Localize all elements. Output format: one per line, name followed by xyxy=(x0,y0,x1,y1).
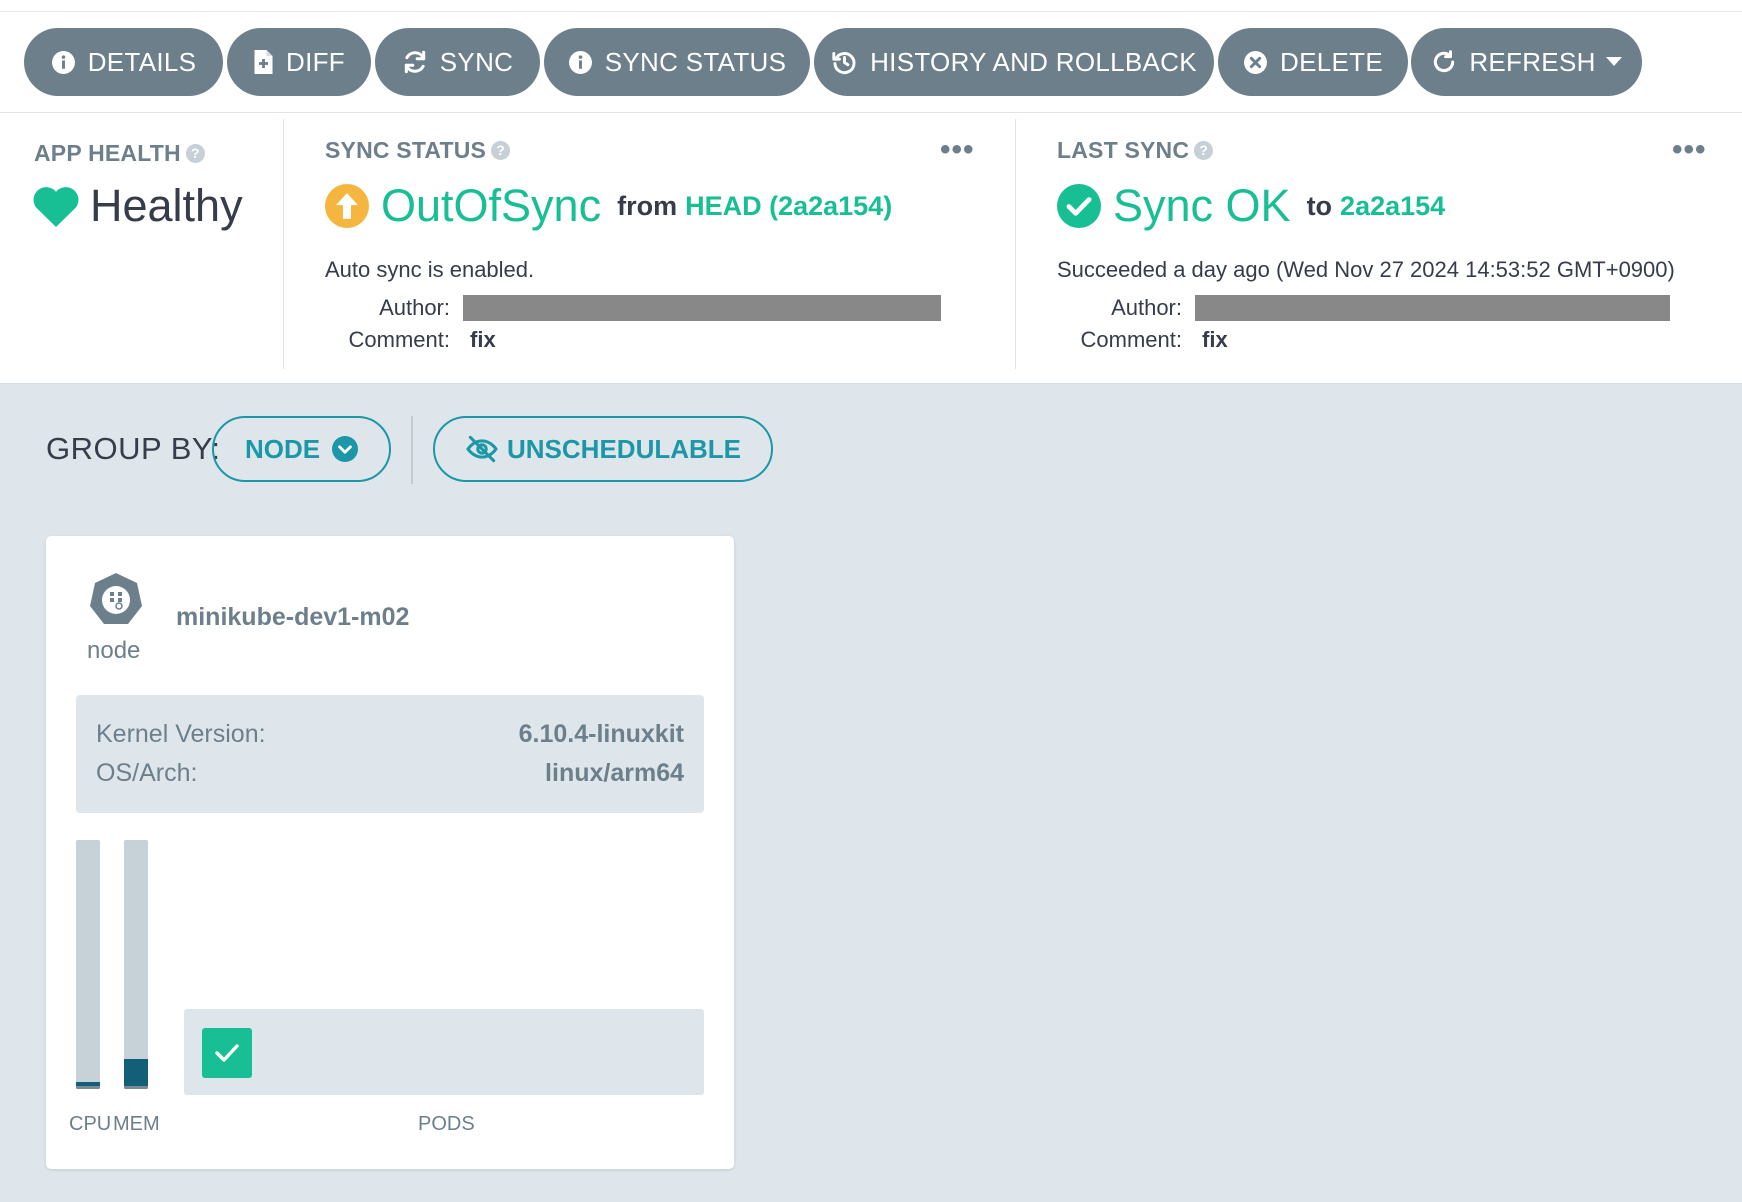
divider xyxy=(283,119,284,369)
sync-button[interactable]: SYNC xyxy=(375,28,540,96)
sync-status-title: SYNC STATUS ? xyxy=(325,137,511,164)
info-circle-icon xyxy=(568,50,592,74)
delete-label: DELETE xyxy=(1280,46,1383,77)
check-circle-icon xyxy=(1057,184,1101,228)
history-rollback-button[interactable]: HISTORY AND ROLLBACK xyxy=(814,28,1214,96)
last-sync-status-text: Sync OK xyxy=(1113,180,1291,231)
details-button[interactable]: DETAILS xyxy=(24,28,223,96)
sync-arrows-icon xyxy=(404,50,425,74)
file-diff-icon xyxy=(254,50,273,74)
succeeded-text: Succeeded a day ago (Wed Nov 27 2024 14:… xyxy=(1057,257,1675,282)
comment-value: fix xyxy=(1202,327,1228,352)
node-info-box xyxy=(76,695,704,813)
unschedulable-label: UNSCHEDULABLE xyxy=(507,433,741,464)
comment-label: Comment: xyxy=(1080,327,1182,352)
comment-label: Comment: xyxy=(348,327,450,352)
cpu-label: CPU xyxy=(69,1113,112,1135)
help-icon[interactable]: ? xyxy=(185,144,205,163)
help-icon[interactable]: ? xyxy=(1194,141,1214,160)
refresh-button[interactable]: REFRESH xyxy=(1411,28,1642,96)
diff-label: DIFF xyxy=(286,46,345,77)
sync-status-row: OutOfSync from HEAD (2a2a154) xyxy=(325,180,892,232)
kernel-version-label: Kernel Version: xyxy=(96,720,266,748)
os-arch-value: linux/arm64 xyxy=(545,759,684,787)
pods-area xyxy=(184,1009,704,1095)
last-sync-menu-icon[interactable]: ••• xyxy=(1672,135,1707,165)
sync-revision-link[interactable]: HEAD (2a2a154) xyxy=(685,191,892,222)
last-sync-title-text: LAST SYNC xyxy=(1057,137,1190,163)
pod-status-healthy[interactable] xyxy=(202,1028,252,1078)
sync-status-label: SYNC STATUS xyxy=(604,46,787,77)
comment-value: fix xyxy=(470,327,496,352)
group-by-node-button[interactable]: NODE xyxy=(212,416,391,482)
cpu-bar-base xyxy=(76,1086,100,1089)
sync-label: SYNC xyxy=(439,46,514,77)
last-sync-title: LAST SYNC ? xyxy=(1057,137,1214,164)
unschedulable-toggle[interactable]: UNSCHEDULABLE xyxy=(433,416,773,482)
arrow-up-circle-icon xyxy=(325,184,369,228)
close-circle-icon xyxy=(1244,50,1267,74)
author-redacted xyxy=(463,295,941,321)
check-icon xyxy=(215,1044,239,1062)
help-icon[interactable]: ? xyxy=(491,141,511,160)
node-button-label: NODE xyxy=(244,433,321,464)
auto-sync-text: Auto sync is enabled. xyxy=(325,257,535,282)
refresh-label: REFRESH xyxy=(1469,46,1596,77)
sync-status-button[interactable]: SYNC STATUS xyxy=(544,28,810,96)
chevron-down-circle-icon xyxy=(332,436,359,462)
os-arch-label: OS/Arch: xyxy=(96,759,198,787)
author-label: Author: xyxy=(1111,295,1182,320)
details-label: DETAILS xyxy=(87,46,197,77)
app-toolbar: DETAILS DIFF SYNC SYNC STATUS HISTORY AN… xyxy=(0,12,1742,113)
mem-usage-fill xyxy=(124,1059,148,1089)
sync-status-menu-icon[interactable]: ••• xyxy=(940,135,975,165)
last-sync-row: Sync OK to 2a2a154 xyxy=(1057,180,1445,232)
from-label: from xyxy=(617,190,678,221)
pods-label: PODS xyxy=(418,1113,475,1135)
author-label: Author: xyxy=(379,295,450,320)
group-separator xyxy=(411,416,413,484)
group-by-label: GROUP BY: xyxy=(46,431,221,466)
last-sync-revision-link[interactable]: 2a2a154 xyxy=(1340,191,1445,222)
chevron-down-icon xyxy=(1605,57,1622,66)
refresh-icon xyxy=(1434,50,1455,73)
history-label: HISTORY AND ROLLBACK xyxy=(870,46,1197,77)
app-health-title-text: APP HEALTH xyxy=(34,140,181,166)
history-icon xyxy=(832,51,856,74)
sync-status-title-text: SYNC STATUS xyxy=(325,137,487,163)
app-health-title: APP HEALTH ? xyxy=(34,140,205,167)
heart-icon xyxy=(33,187,79,227)
delete-button[interactable]: DELETE xyxy=(1218,28,1408,96)
diff-button[interactable]: DIFF xyxy=(227,28,371,96)
info-circle-icon xyxy=(51,50,75,74)
cpu-usage-bar xyxy=(76,840,100,1089)
mem-bar-base xyxy=(124,1086,148,1089)
kernel-version-value: 6.10.4-linuxkit xyxy=(518,720,684,748)
node-name[interactable]: minikube-dev1-m02 xyxy=(176,603,409,632)
top-strip xyxy=(0,0,1742,12)
sync-status-text: OutOfSync xyxy=(381,180,602,231)
mem-label: MEM xyxy=(113,1113,160,1135)
divider xyxy=(1015,119,1016,369)
node-type-label: node xyxy=(87,637,141,664)
author-redacted xyxy=(1195,295,1670,321)
app-status-panel xyxy=(0,113,1742,384)
eye-slash-icon xyxy=(466,435,498,463)
to-label: to xyxy=(1306,190,1333,221)
mem-usage-bar xyxy=(124,840,148,1089)
kubernetes-node-icon xyxy=(90,573,142,624)
health-status-text: Healthy xyxy=(90,180,243,231)
app-health-status: Healthy xyxy=(32,180,243,232)
